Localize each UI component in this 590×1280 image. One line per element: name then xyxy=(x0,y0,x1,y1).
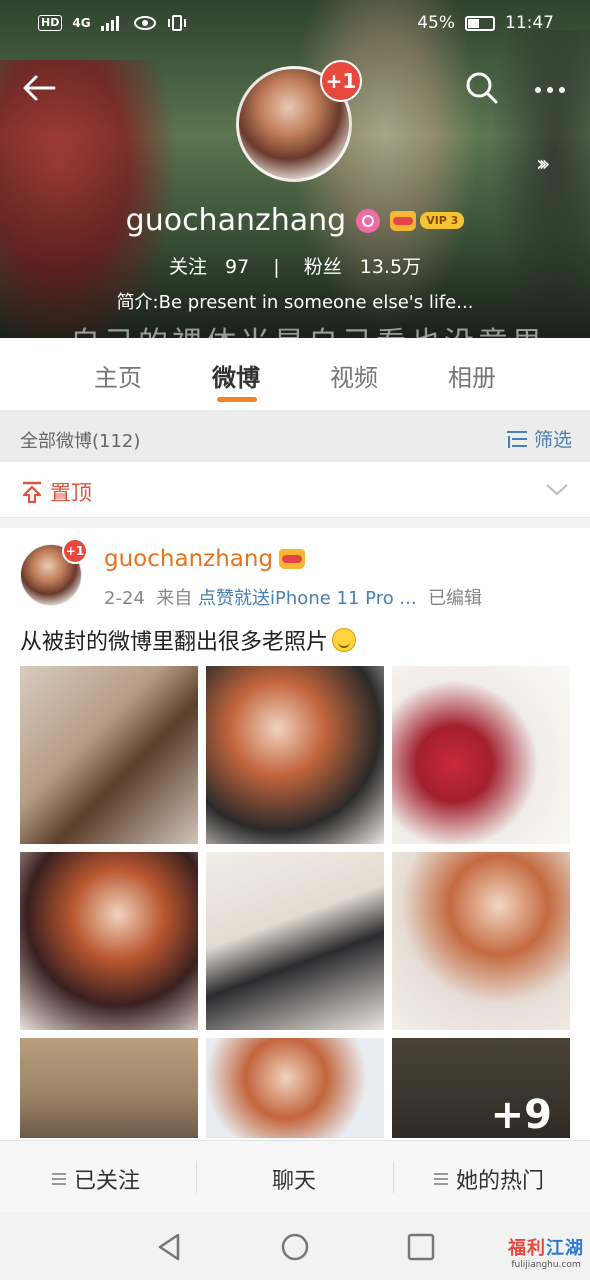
tab-album[interactable]: 相册 xyxy=(448,358,496,393)
profile-bio[interactable]: 简介:Be present in someone else's life... xyxy=(0,288,590,314)
profile-stats: 关注 97 | 粉丝 13.5万 xyxy=(0,252,590,279)
signal-icon xyxy=(100,16,119,31)
photo-thumbnail[interactable] xyxy=(206,852,384,1030)
photo-thumbnail[interactable] xyxy=(392,852,570,1030)
more-dots-icon xyxy=(535,87,565,93)
photo-thumbnail[interactable] xyxy=(206,666,384,844)
pinned-label: 置顶 xyxy=(50,481,92,505)
verified-badge-icon[interactable] xyxy=(356,208,381,233)
cover-caption: 自己的裸体当是自己看也没意思 xyxy=(70,318,546,338)
hd-indicator: HD xyxy=(38,15,63,31)
triangle-back-icon xyxy=(158,1233,180,1261)
system-home-button[interactable] xyxy=(278,1230,312,1264)
avatar-badge: +1 xyxy=(320,60,362,102)
her-hot-button[interactable]: 她的热门 xyxy=(434,1163,544,1195)
pinned-bar[interactable]: 置顶 xyxy=(0,462,590,518)
system-recents-button[interactable] xyxy=(404,1230,438,1264)
menu-icon xyxy=(434,1173,448,1185)
followers-stat[interactable]: 粉丝 13.5万 xyxy=(298,256,427,278)
post-source[interactable]: 点赞就送iPhone 11 Pro ... xyxy=(198,588,417,609)
post-count: 全部微博(112) xyxy=(20,431,141,452)
photo-thumbnail[interactable] xyxy=(392,666,570,844)
more-button[interactable] xyxy=(528,66,572,110)
square-recents-icon xyxy=(407,1233,435,1261)
filter-bar: 全部微博(112) 筛选 xyxy=(0,410,590,462)
tab-home[interactable]: 主页 xyxy=(94,358,142,393)
circle-home-icon xyxy=(281,1233,309,1261)
network-indicator: 4G xyxy=(72,16,91,30)
search-icon xyxy=(466,72,498,104)
post-card[interactable]: +1 guochanzhang 2-24 来自 点赞就送iPhone 11 Pr… xyxy=(0,528,590,1148)
status-bar: HD 4G 45% 11:47 xyxy=(0,0,590,50)
following-stat[interactable]: 关注 97 xyxy=(163,256,255,278)
tab-video[interactable]: 视频 xyxy=(330,358,378,393)
menu-icon xyxy=(52,1173,66,1185)
post-meta: 2-24 来自 点赞就送iPhone 11 Pro ... 已编辑 xyxy=(104,588,483,609)
back-arrow-icon xyxy=(23,75,56,101)
crown-icon xyxy=(390,210,417,231)
filter-icon xyxy=(506,430,527,448)
profile-username: guochanzhang xyxy=(125,203,347,238)
post-author[interactable]: guochanzhang xyxy=(104,546,273,572)
eye-comfort-icon xyxy=(133,16,156,30)
post-text: 从被封的微博里翻出很多老照片 xyxy=(20,630,329,655)
followed-button[interactable]: 已关注 xyxy=(52,1163,140,1195)
back-button[interactable] xyxy=(18,66,62,110)
photo-thumbnail[interactable] xyxy=(206,1038,384,1138)
profile-action-bar: 已关注 聊天 她的热门 xyxy=(0,1140,590,1212)
filter-button[interactable]: 筛选 xyxy=(506,425,572,452)
vip-badge[interactable]: VIP 3 xyxy=(390,210,465,231)
vibrate-icon xyxy=(167,15,186,31)
photo-thumbnail[interactable] xyxy=(20,852,198,1030)
cover-more-button[interactable]: ››› xyxy=(536,152,572,182)
clock: 11:47 xyxy=(505,13,554,33)
edited-label: 已编辑 xyxy=(428,588,483,609)
pin-top-icon xyxy=(22,481,42,504)
vip-label: VIP 3 xyxy=(420,212,465,229)
battery-percent: 45% xyxy=(417,13,455,33)
photo-thumbnail-more[interactable]: +9 xyxy=(392,1038,570,1138)
more-photos-count: +9 xyxy=(490,1092,552,1138)
profile-tabs: 主页 微博 视频 相册 xyxy=(0,338,590,410)
tab-weibo[interactable]: 微博 xyxy=(212,358,260,393)
battery-icon xyxy=(465,15,495,31)
system-back-button[interactable] xyxy=(152,1230,186,1264)
triple-chevron-icon: ››› xyxy=(536,152,551,177)
post-date: 2-24 xyxy=(104,588,145,609)
chevron-down-icon xyxy=(546,484,568,496)
site-watermark: 福利江湖 fulijianghu.com xyxy=(508,1238,584,1270)
expand-toggle[interactable] xyxy=(544,476,570,502)
crown-icon xyxy=(279,549,306,569)
system-nav-bar xyxy=(0,1212,590,1280)
chat-button[interactable]: 聊天 xyxy=(272,1163,316,1195)
photo-thumbnail[interactable] xyxy=(20,1038,198,1138)
search-button[interactable] xyxy=(460,66,504,110)
post-avatar-badge: +1 xyxy=(62,538,88,564)
active-tab-indicator xyxy=(217,397,257,402)
laugh-cry-emoji-icon xyxy=(332,628,357,652)
photo-thumbnail[interactable] xyxy=(20,666,198,844)
